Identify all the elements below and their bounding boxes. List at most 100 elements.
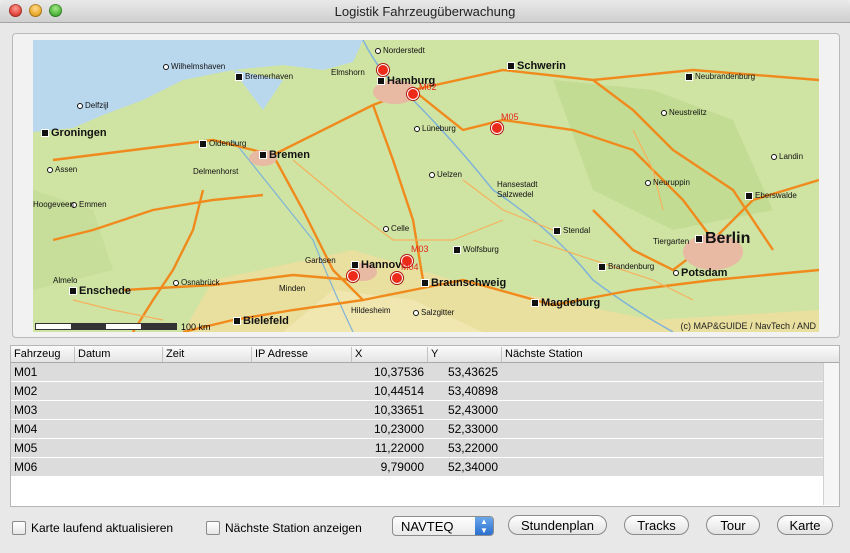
column-header-datum[interactable]: Datum [74, 347, 162, 362]
city-label: Hoogeveen [33, 200, 74, 209]
checkbox-box[interactable] [206, 521, 220, 535]
auto-refresh-checkbox[interactable]: Karte laufend aktualisieren [12, 521, 173, 535]
cell-fahrzeug: M01 [14, 365, 38, 379]
cell-x: 10,44514 [373, 384, 424, 398]
city-label: Celle [383, 224, 409, 234]
column-header-station[interactable]: Nächste Station [501, 347, 823, 362]
table-row[interactable]: M02 10,44514 53,40898 [11, 382, 823, 401]
table-row[interactable]: M01 10,37536 53,43625 [11, 363, 823, 382]
bottom-toolbar: Karte laufend aktualisieren Nächste Stat… [0, 510, 850, 546]
vehicle-marker-m02[interactable] [407, 88, 419, 100]
city-label: Osnabrück [173, 278, 220, 288]
vehicle-marker-m01[interactable] [377, 64, 389, 76]
cell-fahrzeug: M03 [14, 403, 38, 417]
table-row[interactable]: M03 10,33651 52,43000 [11, 401, 823, 420]
provider-select[interactable]: NAVTEQ ▲ ▼ [392, 516, 494, 536]
city-label: Neuruppin [645, 178, 690, 188]
vehicle-label-m02: M02 [419, 82, 437, 92]
city-label: Magdeburg [531, 298, 600, 309]
city-label: Uelzen [429, 170, 462, 180]
column-header-zeit[interactable]: Zeit [162, 347, 251, 362]
city-label: Norderstedt [375, 46, 425, 56]
cell-y: 53,43625 [447, 365, 498, 379]
column-header-ip[interactable]: IP Adresse [251, 347, 351, 362]
city-label: Oldenburg [199, 139, 246, 149]
cell-fahrzeug: M02 [14, 384, 38, 398]
column-header-y[interactable]: Y [427, 347, 501, 362]
city-label: Schwerin [507, 61, 566, 72]
updown-arrows-icon: ▲ ▼ [475, 517, 493, 535]
table-header: Fahrzeug Datum Zeit IP Adresse X Y Nächs… [11, 346, 839, 363]
city-label: Delmenhorst [193, 167, 239, 176]
title-bar: Logistik Fahrzeugüberwachung [0, 0, 850, 23]
map-view[interactable]: Norderstedt Wilhelmshaven Bremerhaven El… [33, 40, 819, 332]
scale-label: 100 km [181, 322, 211, 332]
map-panel: Norderstedt Wilhelmshaven Bremerhaven El… [12, 33, 840, 338]
city-label: Bielefeld [233, 316, 289, 327]
city-label: Elmshorn [331, 68, 365, 77]
city-label: Enschede [69, 286, 131, 297]
cell-y: 53,22000 [447, 441, 498, 455]
checkbox-box[interactable] [12, 521, 26, 535]
city-label: Tiergarten [653, 237, 690, 246]
city-label: Lüneburg [414, 124, 456, 134]
cell-x: 9,79000 [380, 460, 424, 474]
city-label: Landin [771, 152, 803, 162]
cell-y: 52,43000 [447, 403, 498, 417]
city-label: Emmen [71, 200, 107, 210]
app-window: Logistik Fahrzeugüberwachung Norderstedt… [0, 0, 850, 553]
map-copyright: (c) MAP&GUIDE / NavTech / AND [680, 321, 816, 331]
column-header-fahrzeug[interactable]: Fahrzeug [11, 347, 74, 362]
vehicle-marker-m06[interactable] [347, 270, 359, 282]
cell-y: 52,34000 [447, 460, 498, 474]
city-label: Minden [279, 284, 306, 293]
city-label: Almelo [53, 276, 78, 285]
city-label: Wolfsburg [453, 245, 499, 255]
table-row[interactable]: M06 9,79000 52,34000 [11, 458, 823, 477]
show-station-label: Nächste Station anzeigen [225, 521, 362, 535]
city-label: Potsdam [673, 268, 727, 279]
vehicle-label-m03: M03 [411, 244, 429, 254]
city-label: Berlin [695, 231, 750, 247]
vehicle-table: Fahrzeug Datum Zeit IP Adresse X Y Nächs… [10, 345, 840, 507]
table-row[interactable]: M05 11,22000 53,22000 [11, 439, 823, 458]
table-scrollbar[interactable] [823, 363, 839, 505]
city-label: Garbsen [305, 256, 336, 265]
city-label: Delfzijl [77, 101, 109, 111]
city-label: Bremen [259, 150, 310, 161]
tour-button[interactable]: Tour [706, 515, 760, 535]
stundenplan-button[interactable]: Stundenplan [508, 515, 607, 535]
cell-fahrzeug: M04 [14, 422, 38, 436]
cell-y: 52,33000 [447, 422, 498, 436]
cell-x: 11,22000 [374, 441, 424, 455]
city-label: Braunschweig [421, 278, 506, 289]
city-label: Bremerhaven [235, 72, 293, 82]
city-label: Groningen [41, 128, 107, 139]
vehicle-marker-m05[interactable] [491, 122, 503, 134]
city-label: Eberswalde [745, 191, 797, 201]
cell-fahrzeug: M06 [14, 460, 38, 474]
table-row[interactable]: M04 10,23000 52,33000 [11, 420, 823, 439]
cell-x: 10,23000 [373, 422, 424, 436]
cell-fahrzeug: M05 [14, 441, 38, 455]
city-label: Wilhelmshaven [163, 62, 225, 72]
column-header-x[interactable]: X [351, 347, 427, 362]
scale-bar [35, 323, 177, 330]
city-label: Neustrelitz [661, 108, 707, 118]
cell-x: 10,33651 [373, 403, 424, 417]
city-label: Hansestadt Salzwedel [497, 180, 538, 199]
karte-button[interactable]: Karte [777, 515, 833, 535]
vehicle-label-m04: M04 [401, 262, 419, 272]
city-label: Assen [47, 165, 77, 175]
city-label: Salzgitter [413, 308, 454, 318]
auto-refresh-label: Karte laufend aktualisieren [31, 521, 174, 535]
tracks-button[interactable]: Tracks [624, 515, 689, 535]
vehicle-marker-m04[interactable] [391, 272, 403, 284]
city-label: Brandenburg [598, 262, 654, 272]
city-label: Hildesheim [351, 306, 391, 315]
city-label: Stendal [553, 226, 590, 236]
cell-x: 10,37536 [373, 365, 424, 379]
vehicle-label-m05: M05 [501, 112, 519, 122]
show-station-checkbox[interactable]: Nächste Station anzeigen [206, 521, 362, 535]
provider-select-value: NAVTEQ [401, 519, 454, 534]
